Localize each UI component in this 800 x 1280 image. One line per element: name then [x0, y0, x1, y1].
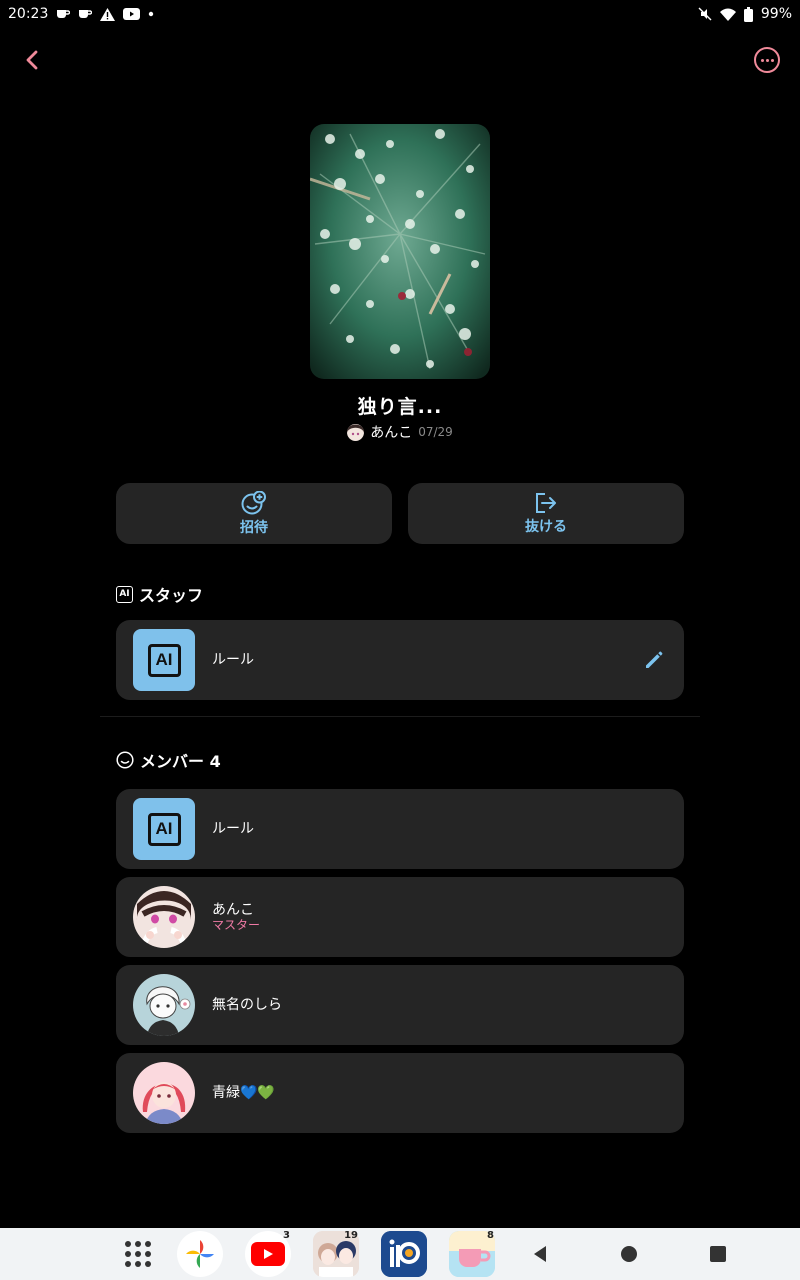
more-options-button[interactable]	[754, 47, 780, 73]
notification-badge: 19	[344, 1230, 358, 1241]
nav-home-button[interactable]	[605, 1231, 653, 1277]
owner-name: あんこ	[370, 425, 413, 441]
member-row-text: 無名のしら	[212, 997, 282, 1013]
status-right: 99%	[698, 6, 792, 22]
staff-heading: AI スタッフ	[116, 582, 203, 606]
leave-label: 抜ける	[525, 518, 567, 535]
member-name: ルール	[212, 821, 254, 837]
member-avatar	[133, 886, 195, 948]
bottom-dock: 3 19 8	[0, 1228, 800, 1280]
back-button[interactable]	[18, 46, 46, 74]
coffee-icon	[56, 8, 71, 20]
smiley-icon	[116, 751, 134, 769]
google-photos-app[interactable]	[176, 1231, 224, 1277]
member-row-text: 青緑💙💚	[212, 1085, 275, 1101]
cup-app[interactable]: 8	[448, 1230, 496, 1277]
member-row[interactable]: あんこ マスター	[116, 877, 684, 957]
room-cover-image	[310, 124, 490, 379]
staff-heading-label: スタッフ	[139, 586, 204, 605]
staff-row-text: ルール	[212, 652, 254, 668]
member-name: あんこ	[212, 902, 254, 918]
ibispaint-app[interactable]	[380, 1231, 428, 1277]
notification-badge: 8	[487, 1230, 494, 1241]
battery-percent: 99%	[760, 6, 792, 22]
apps-grid-icon	[125, 1241, 151, 1267]
nav-back-button[interactable]	[516, 1231, 564, 1277]
member-avatar	[133, 1062, 195, 1124]
member-row-text: ルール	[212, 821, 254, 837]
more-dot	[760, 58, 764, 62]
exit-icon	[536, 492, 556, 513]
apps-grid-button[interactable]	[114, 1231, 162, 1277]
ai-avatar-icon: AI	[133, 798, 195, 860]
member-name: 青緑💙💚	[212, 1085, 275, 1101]
battery-icon	[743, 6, 753, 22]
members-heading: メンバー 4	[116, 748, 221, 772]
owner-avatar	[347, 423, 365, 441]
ibispaint-icon	[381, 1231, 427, 1277]
google-photos-icon	[177, 1231, 223, 1277]
back-triangle-icon	[534, 1246, 546, 1262]
member-name: 無名のしら	[212, 997, 282, 1013]
mute-icon	[698, 7, 712, 21]
status-time: 20:23	[8, 6, 49, 22]
home-circle-icon	[621, 1246, 637, 1262]
ai-icon: AI	[116, 585, 133, 603]
member-role: マスター	[212, 918, 261, 932]
member-row[interactable]: 青緑💙💚	[116, 1053, 684, 1133]
invite-label: 招待	[240, 519, 268, 536]
youtube-icon	[123, 8, 141, 20]
member-row[interactable]: AI ルール	[116, 789, 684, 869]
staff-row[interactable]: AI ルール	[116, 620, 684, 700]
warning-icon	[100, 7, 116, 21]
dot-icon	[148, 11, 154, 17]
room-date: 07/29	[418, 425, 453, 439]
room-title: 独り言...	[357, 396, 443, 418]
pencil-icon	[646, 651, 663, 668]
member-row-text: あんこ マスター	[212, 902, 260, 932]
member-row[interactable]: 無名のしら	[116, 965, 684, 1045]
status-bar: 20:23 99%	[0, 0, 800, 28]
more-dot	[770, 58, 774, 62]
more-dot	[765, 58, 769, 62]
coffee-icon	[78, 8, 93, 20]
members-heading-label: メンバー 4	[140, 752, 221, 771]
invite-button[interactable]: 招待	[116, 483, 392, 544]
leave-button[interactable]: 抜ける	[408, 483, 684, 544]
add-person-icon	[241, 490, 266, 514]
section-divider	[100, 716, 700, 717]
member-avatar	[133, 974, 195, 1036]
ai-avatar-icon: AI	[133, 629, 195, 691]
wifi-icon	[719, 8, 736, 21]
staff-name: ルール	[212, 652, 254, 668]
edit-button[interactable]	[642, 648, 666, 672]
chevron-left-icon	[26, 50, 38, 70]
room-owner[interactable]: あんこ 07/29	[0, 422, 800, 442]
dress-up-game-app[interactable]: 19	[312, 1230, 360, 1277]
notification-badge: 3	[283, 1230, 290, 1241]
status-left: 20:23	[8, 6, 154, 22]
recents-square-icon	[710, 1246, 726, 1262]
youtube-app[interactable]: 3	[244, 1230, 292, 1277]
nav-recents-button[interactable]	[694, 1231, 742, 1277]
